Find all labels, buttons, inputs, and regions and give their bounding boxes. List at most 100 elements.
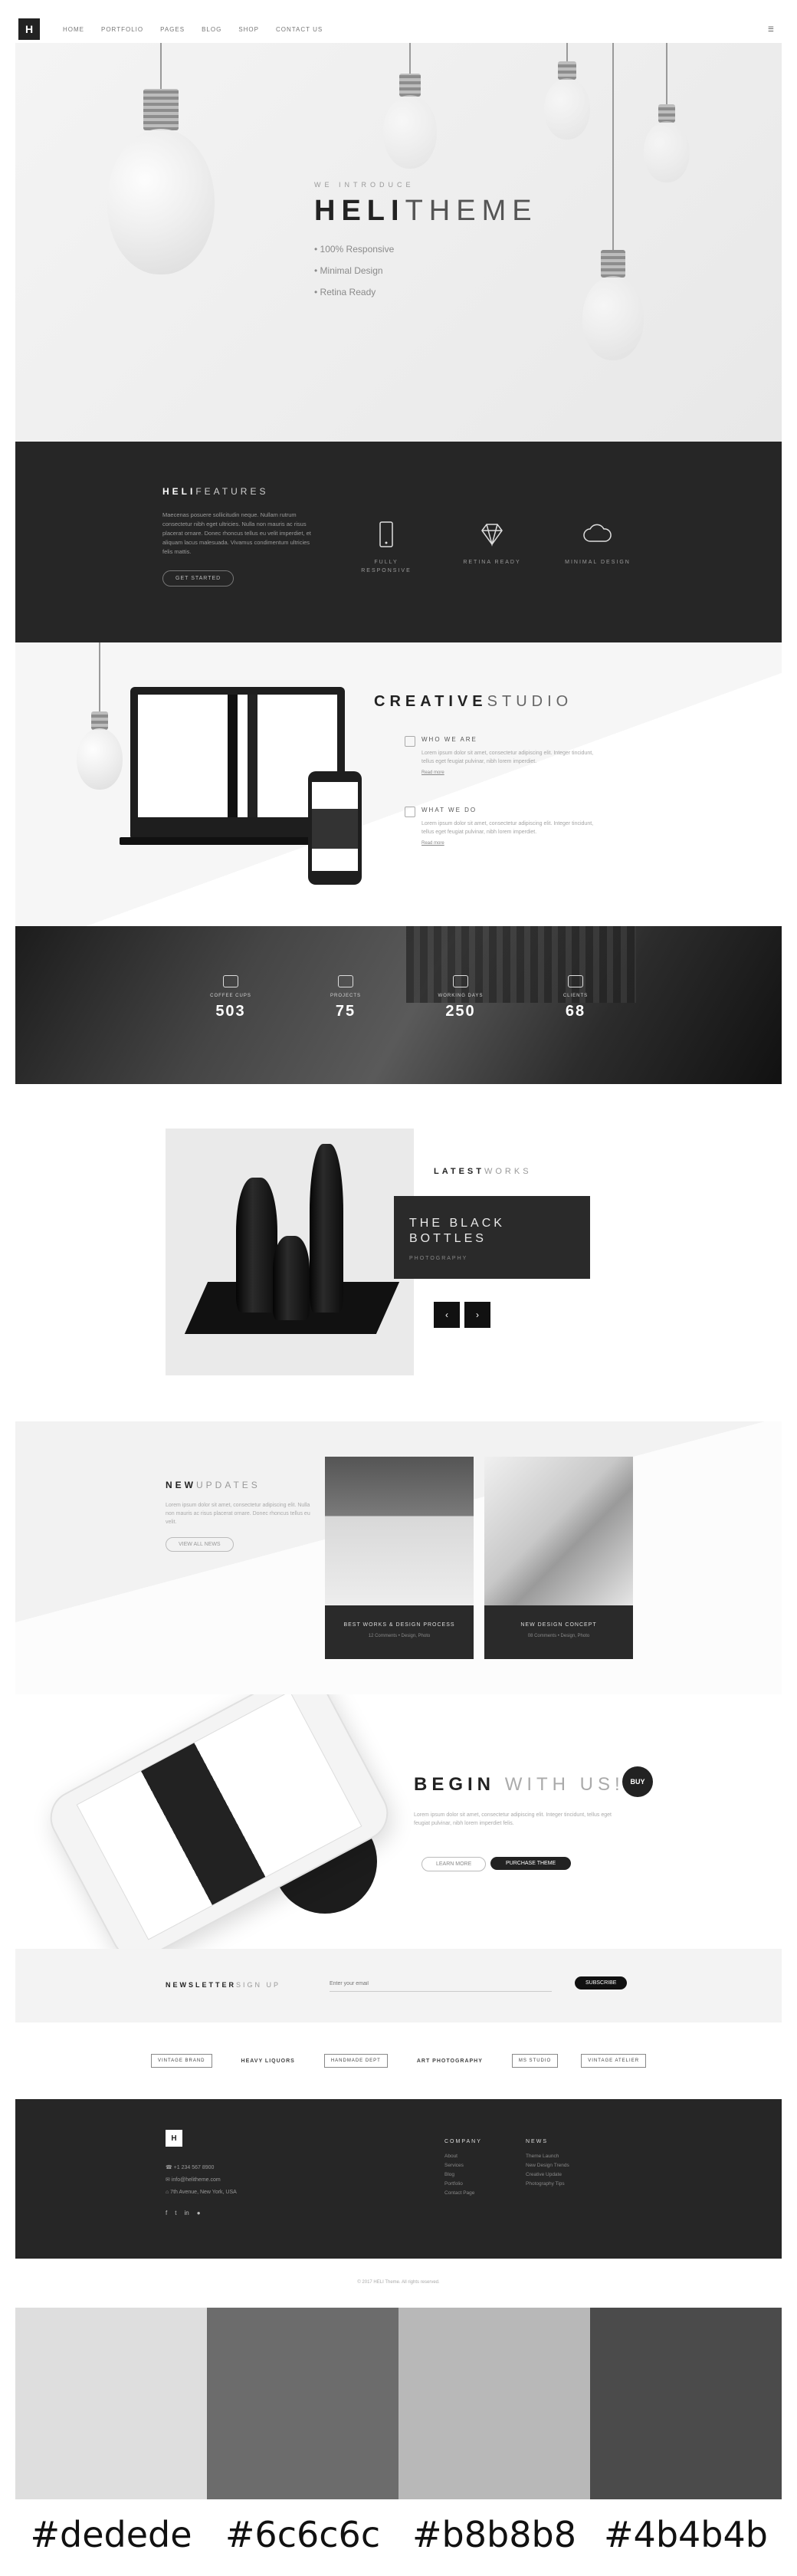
read-more-link[interactable]: Read more bbox=[421, 770, 598, 775]
cloud-icon bbox=[583, 524, 612, 542]
updates-title-light: UPDATES bbox=[196, 1480, 261, 1490]
stat-value: 75 bbox=[335, 1003, 356, 1020]
buy-badge[interactable]: BUY bbox=[622, 1766, 653, 1797]
feature-item: RETINA READY bbox=[455, 521, 529, 575]
learn-more-button[interactable]: LEARN MORE bbox=[421, 1857, 487, 1871]
creative-item-text: Lorem ipsum dolor sit amet, consectetur … bbox=[421, 751, 594, 764]
stat-item: WORKING DAYS 250 bbox=[426, 975, 495, 1020]
view-all-news-button[interactable]: VIEW ALL NEWS bbox=[166, 1537, 234, 1552]
footer-link[interactable]: Portfolio bbox=[444, 2180, 482, 2189]
work-caption: THE BLACK BOTTLES PHOTOGRAPHY bbox=[394, 1196, 590, 1279]
work-name: THE BLACK BOTTLES bbox=[409, 1217, 505, 1245]
facebook-icon[interactable]: f bbox=[166, 2210, 167, 2216]
footer-link[interactable]: Theme Launch bbox=[526, 2152, 569, 2161]
news-card[interactable]: NEW DESIGN CONCEPT 08 Comments • Design,… bbox=[484, 1457, 633, 1659]
palette-swatch bbox=[15, 2308, 207, 2499]
footer-column-title: COMPANY bbox=[444, 2139, 482, 2144]
hero-title-light: THEME bbox=[405, 195, 538, 227]
footer-link[interactable]: New Design Trends bbox=[526, 2161, 569, 2170]
client-logo[interactable]: MS STUDIO bbox=[511, 2054, 559, 2068]
updates-text: Lorem ipsum dolor sit amet, consectetur … bbox=[166, 1503, 310, 1525]
hero-title: HELITHEME bbox=[314, 195, 538, 228]
client-logo[interactable]: HANDMADE DEPT bbox=[323, 2054, 388, 2068]
menu-icon[interactable]: ☰ bbox=[768, 25, 774, 34]
begin-title-light: WITH US! bbox=[504, 1774, 625, 1795]
phone-mockup bbox=[308, 771, 362, 885]
newsletter-section: NEWSLETTERSIGN UP SUBSCRIBE bbox=[15, 1949, 782, 2022]
footer: H ☎ +1 234 567 8900 ✉ info@helitheme.com… bbox=[15, 2099, 782, 2259]
site-logo[interactable]: H bbox=[18, 18, 40, 40]
stats-section: COFFEE CUPS 503 PROJECTS 75 WORKING DAYS… bbox=[15, 926, 782, 1084]
nav-item-pages[interactable]: PAGES bbox=[160, 26, 185, 33]
nav-item-portfolio[interactable]: PORTFOLIO bbox=[101, 26, 143, 33]
footer-link[interactable]: Blog bbox=[444, 2170, 482, 2180]
hero-title-bold: HELI bbox=[314, 195, 405, 227]
dribbble-icon[interactable]: ● bbox=[197, 2210, 201, 2216]
client-logo[interactable]: ART PHOTOGRAPHY bbox=[411, 2055, 489, 2068]
work-image[interactable] bbox=[166, 1129, 414, 1375]
latest-title-bold: LATEST bbox=[434, 1167, 484, 1176]
footer-column-title: NEWS bbox=[526, 2139, 548, 2144]
bulb-image bbox=[383, 43, 437, 196]
palette-hex-label: #4b4b4b bbox=[604, 2514, 768, 2555]
creative-item: WHO WE ARE Lorem ipsum dolor sit amet, c… bbox=[405, 736, 598, 775]
footer-link[interactable]: Contact Page bbox=[444, 2189, 482, 2198]
nav-item-blog[interactable]: BLOG bbox=[202, 26, 221, 33]
updates-title-bold: NEW bbox=[166, 1480, 196, 1490]
features-title-bold: HELI bbox=[162, 486, 196, 497]
stat-item: PROJECTS 75 bbox=[311, 975, 380, 1020]
feature-label: RETINA READY bbox=[463, 560, 521, 565]
nav-item-contact[interactable]: CONTACT US bbox=[276, 26, 323, 33]
next-arrow-button[interactable]: › bbox=[464, 1302, 490, 1328]
prev-arrow-button[interactable]: ‹ bbox=[434, 1302, 460, 1328]
slider-controls: ‹ › bbox=[434, 1302, 490, 1328]
purchase-button[interactable]: PURCHASE THEME bbox=[490, 1857, 572, 1870]
newsletter-email-input[interactable] bbox=[330, 1976, 552, 1992]
stat-item: CLIENTS 68 bbox=[541, 975, 610, 1020]
creative-item: WHAT WE DO Lorem ipsum dolor sit amet, c… bbox=[405, 807, 598, 846]
nav-item-shop[interactable]: SHOP bbox=[238, 26, 259, 33]
palette-swatch bbox=[207, 2308, 398, 2499]
updates-title: NEWUPDATES bbox=[166, 1480, 311, 1490]
get-started-button[interactable]: GET STARTED bbox=[162, 570, 235, 586]
newsletter-title: NEWSLETTERSIGN UP bbox=[166, 1981, 280, 1989]
client-logo[interactable]: VINTAGE ATELIER bbox=[581, 2054, 647, 2068]
coffee-icon bbox=[223, 975, 238, 987]
hero-text: WE INTRODUCE HELITHEME • 100% Responsive… bbox=[314, 181, 538, 303]
news-card-title: NEW DESIGN CONCEPT bbox=[520, 1622, 597, 1628]
palette-swatch bbox=[398, 2308, 590, 2499]
news-card-meta: 12 Comments • Design, Photo bbox=[368, 1634, 431, 1638]
read-more-link[interactable]: Read more bbox=[421, 841, 598, 846]
subscribe-button[interactable]: SUBSCRIBE bbox=[575, 1976, 628, 1990]
footer-link[interactable]: Photography Tips bbox=[526, 2180, 569, 2189]
bulb-image bbox=[582, 43, 644, 442]
linkedin-icon[interactable]: in bbox=[184, 2210, 189, 2216]
users-icon bbox=[568, 975, 583, 987]
footer-link[interactable]: Services bbox=[444, 2161, 482, 2170]
news-card[interactable]: BEST WORKS & DESIGN PROCESS 12 Comments … bbox=[325, 1457, 474, 1659]
footer-link[interactable]: Creative Update bbox=[526, 2170, 569, 2180]
creative-item-title: WHO WE ARE bbox=[421, 736, 477, 743]
client-logo[interactable]: HEAVY LIQUORS bbox=[235, 2055, 301, 2068]
features-description: Maecenas posuere sollicitudin neque. Nul… bbox=[162, 511, 311, 555]
footer-logo[interactable]: H bbox=[166, 2130, 182, 2147]
twitter-icon[interactable]: t bbox=[175, 2210, 176, 2216]
mouse-icon bbox=[453, 975, 468, 987]
footer-column-company: COMPANY About Services Blog Portfolio Co… bbox=[444, 2139, 482, 2198]
hero-section: WE INTRODUCE HELITHEME • 100% Responsive… bbox=[15, 43, 782, 442]
footer-email[interactable]: ✉ info@helitheme.com bbox=[166, 2174, 237, 2187]
client-logo[interactable]: VINTAGE BRAND bbox=[150, 2054, 212, 2068]
updates-intro: NEWUPDATES Lorem ipsum dolor sit amet, c… bbox=[166, 1480, 311, 1552]
stat-label: PROJECTS bbox=[330, 994, 361, 998]
footer-link[interactable]: About bbox=[444, 2152, 482, 2161]
features-icons: FULLY RESPONSIVE RETINA READY MINIMAL DE… bbox=[349, 521, 635, 575]
stat-label: COFFEE CUPS bbox=[210, 994, 251, 998]
footer-phone: ☎ +1 234 567 8900 bbox=[166, 2165, 215, 2170]
clients-section: VINTAGE BRAND HEAVY LIQUORS HANDMADE DEP… bbox=[15, 2022, 782, 2099]
copyright-text: © 2017 HELI Theme. All rights reserved. bbox=[15, 2259, 782, 2308]
nav-item-home[interactable]: HOME bbox=[63, 26, 84, 33]
stats-background-image bbox=[15, 926, 782, 1084]
footer-column-news: NEWS Theme Launch New Design Trends Crea… bbox=[526, 2139, 569, 2189]
nav-menu: HOME PORTFOLIO PAGES BLOG SHOP CONTACT U… bbox=[63, 26, 323, 33]
palette-hex-label: #dedede bbox=[30, 2514, 192, 2555]
